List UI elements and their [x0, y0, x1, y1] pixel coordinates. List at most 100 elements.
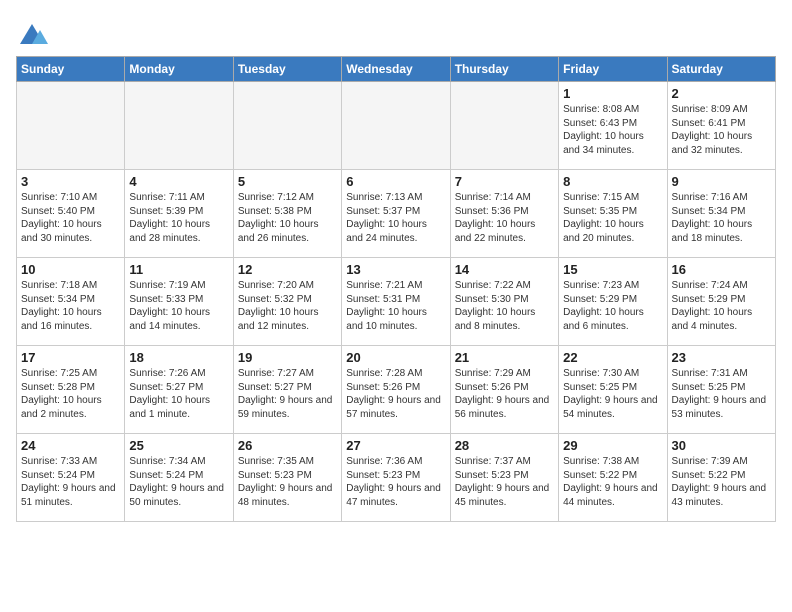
calendar-cell: 10Sunrise: 7:18 AM Sunset: 5:34 PM Dayli…	[17, 258, 125, 346]
day-info: Sunrise: 7:26 AM Sunset: 5:27 PM Dayligh…	[129, 367, 228, 421]
day-header-friday: Friday	[559, 57, 667, 82]
day-number: 3	[21, 174, 120, 189]
calendar-cell: 2 Sunrise: 8:09 AM Sunset: 6:41 PM Daylig…	[667, 82, 775, 170]
calendar-cell: 30 Sunrise: 7:39 AM Sunset: 5:22 PM Dayli…	[667, 434, 775, 522]
day-number: 4	[129, 174, 228, 189]
calendar-cell: 26 Sunrise: 7:35 AM Sunset: 5:23 PM Dayli…	[233, 434, 341, 522]
calendar-cell: 22 Sunrise: 7:30 AM Sunset: 5:25 PM Dayli…	[559, 346, 667, 434]
day-number: 10	[21, 262, 120, 277]
day-number: 17	[21, 350, 120, 365]
day-info: Sunrise: 7:14 AM Sunset: 5:36 PM Dayligh…	[455, 191, 554, 245]
day-number: 8	[563, 174, 662, 189]
week-row-2: 3Sunrise: 7:10 AM Sunset: 5:40 PM Daylig…	[17, 170, 776, 258]
calendar-cell	[125, 82, 233, 170]
day-header-thursday: Thursday	[450, 57, 558, 82]
day-number: 26	[238, 438, 337, 453]
day-info: Sunrise: 7:15 AM Sunset: 5:35 PM Dayligh…	[563, 191, 662, 245]
day-number: 24	[21, 438, 120, 453]
calendar-cell: 12 Sunrise: 7:20 AM Sunset: 5:32 PM Dayli…	[233, 258, 341, 346]
day-info: Sunrise: 7:12 AM Sunset: 5:38 PM Dayligh…	[238, 191, 337, 245]
calendar-cell: 7 Sunrise: 7:14 AM Sunset: 5:36 PM Daylig…	[450, 170, 558, 258]
day-number: 18	[129, 350, 228, 365]
day-info: Sunrise: 8:08 AM Sunset: 6:43 PM Dayligh…	[563, 103, 662, 157]
day-number: 14	[455, 262, 554, 277]
calendar-cell: 3Sunrise: 7:10 AM Sunset: 5:40 PM Daylig…	[17, 170, 125, 258]
calendar-cell: 13 Sunrise: 7:21 AM Sunset: 5:31 PM Dayli…	[342, 258, 450, 346]
calendar-cell: 29 Sunrise: 7:38 AM Sunset: 5:22 PM Dayli…	[559, 434, 667, 522]
day-number: 11	[129, 262, 228, 277]
day-number: 22	[563, 350, 662, 365]
day-info: Sunrise: 7:16 AM Sunset: 5:34 PM Dayligh…	[672, 191, 771, 245]
calendar-table: SundayMondayTuesdayWednesdayThursdayFrid…	[16, 56, 776, 522]
week-row-1: 1 Sunrise: 8:08 AM Sunset: 6:43 PM Daylig…	[17, 82, 776, 170]
day-number: 27	[346, 438, 445, 453]
day-info: Sunrise: 7:29 AM Sunset: 5:26 PM Dayligh…	[455, 367, 554, 421]
calendar-cell: 17 Sunrise: 7:25 AM Sunset: 5:28 PM Dayli…	[17, 346, 125, 434]
day-info: Sunrise: 7:11 AM Sunset: 5:39 PM Dayligh…	[129, 191, 228, 245]
calendar-cell	[342, 82, 450, 170]
calendar-cell: 5 Sunrise: 7:12 AM Sunset: 5:38 PM Daylig…	[233, 170, 341, 258]
day-info: Sunrise: 7:35 AM Sunset: 5:23 PM Dayligh…	[238, 455, 337, 509]
day-info: Sunrise: 7:25 AM Sunset: 5:28 PM Dayligh…	[21, 367, 120, 421]
day-number: 21	[455, 350, 554, 365]
calendar-cell: 21 Sunrise: 7:29 AM Sunset: 5:26 PM Dayli…	[450, 346, 558, 434]
day-info: Sunrise: 7:28 AM Sunset: 5:26 PM Dayligh…	[346, 367, 445, 421]
day-info: Sunrise: 7:21 AM Sunset: 5:31 PM Dayligh…	[346, 279, 445, 333]
day-info: Sunrise: 7:39 AM Sunset: 5:22 PM Dayligh…	[672, 455, 771, 509]
calendar-cell: 19Sunrise: 7:27 AM Sunset: 5:27 PM Dayli…	[233, 346, 341, 434]
day-number: 1	[563, 86, 662, 101]
day-info: Sunrise: 7:36 AM Sunset: 5:23 PM Dayligh…	[346, 455, 445, 509]
calendar-cell: 28 Sunrise: 7:37 AM Sunset: 5:23 PM Dayli…	[450, 434, 558, 522]
day-number: 20	[346, 350, 445, 365]
day-info: Sunrise: 7:24 AM Sunset: 5:29 PM Dayligh…	[672, 279, 771, 333]
day-number: 5	[238, 174, 337, 189]
day-info: Sunrise: 7:38 AM Sunset: 5:22 PM Dayligh…	[563, 455, 662, 509]
day-info: Sunrise: 7:31 AM Sunset: 5:25 PM Dayligh…	[672, 367, 771, 421]
day-number: 9	[672, 174, 771, 189]
calendar-cell: 8 Sunrise: 7:15 AM Sunset: 5:35 PM Daylig…	[559, 170, 667, 258]
day-info: Sunrise: 8:09 AM Sunset: 6:41 PM Dayligh…	[672, 103, 771, 157]
calendar-cell: 11 Sunrise: 7:19 AM Sunset: 5:33 PM Dayli…	[125, 258, 233, 346]
calendar-cell: 16 Sunrise: 7:24 AM Sunset: 5:29 PM Dayli…	[667, 258, 775, 346]
calendar-cell: 1 Sunrise: 8:08 AM Sunset: 6:43 PM Daylig…	[559, 82, 667, 170]
day-header-sunday: Sunday	[17, 57, 125, 82]
calendar-cell: 25 Sunrise: 7:34 AM Sunset: 5:24 PM Dayli…	[125, 434, 233, 522]
day-info: Sunrise: 7:34 AM Sunset: 5:24 PM Dayligh…	[129, 455, 228, 509]
calendar-cell	[17, 82, 125, 170]
calendar-cell: 9 Sunrise: 7:16 AM Sunset: 5:34 PM Daylig…	[667, 170, 775, 258]
day-number: 23	[672, 350, 771, 365]
day-header-wednesday: Wednesday	[342, 57, 450, 82]
calendar-cell: 24 Sunrise: 7:33 AM Sunset: 5:24 PM Dayli…	[17, 434, 125, 522]
calendar-cell: 6Sunrise: 7:13 AM Sunset: 5:37 PM Daylig…	[342, 170, 450, 258]
calendar-cell: 23 Sunrise: 7:31 AM Sunset: 5:25 PM Dayli…	[667, 346, 775, 434]
day-header-tuesday: Tuesday	[233, 57, 341, 82]
week-row-4: 17 Sunrise: 7:25 AM Sunset: 5:28 PM Dayli…	[17, 346, 776, 434]
day-info: Sunrise: 7:20 AM Sunset: 5:32 PM Dayligh…	[238, 279, 337, 333]
day-header-saturday: Saturday	[667, 57, 775, 82]
day-number: 15	[563, 262, 662, 277]
day-number: 2	[672, 86, 771, 101]
week-row-5: 24 Sunrise: 7:33 AM Sunset: 5:24 PM Dayli…	[17, 434, 776, 522]
day-number: 13	[346, 262, 445, 277]
calendar-cell: 18 Sunrise: 7:26 AM Sunset: 5:27 PM Dayli…	[125, 346, 233, 434]
page-header	[16, 16, 776, 48]
day-number: 29	[563, 438, 662, 453]
day-number: 16	[672, 262, 771, 277]
day-info: Sunrise: 7:27 AM Sunset: 5:27 PM Dayligh…	[238, 367, 337, 421]
day-info: Sunrise: 7:19 AM Sunset: 5:33 PM Dayligh…	[129, 279, 228, 333]
calendar-cell: 4 Sunrise: 7:11 AM Sunset: 5:39 PM Daylig…	[125, 170, 233, 258]
day-info: Sunrise: 7:33 AM Sunset: 5:24 PM Dayligh…	[21, 455, 120, 509]
calendar-cell: 14Sunrise: 7:22 AM Sunset: 5:30 PM Dayli…	[450, 258, 558, 346]
day-number: 30	[672, 438, 771, 453]
logo-icon	[16, 20, 48, 48]
day-number: 6	[346, 174, 445, 189]
day-number: 12	[238, 262, 337, 277]
calendar-cell	[233, 82, 341, 170]
calendar-cell: 20 Sunrise: 7:28 AM Sunset: 5:26 PM Dayli…	[342, 346, 450, 434]
day-info: Sunrise: 7:23 AM Sunset: 5:29 PM Dayligh…	[563, 279, 662, 333]
day-info: Sunrise: 7:37 AM Sunset: 5:23 PM Dayligh…	[455, 455, 554, 509]
day-number: 25	[129, 438, 228, 453]
day-number: 28	[455, 438, 554, 453]
day-number: 7	[455, 174, 554, 189]
day-info: Sunrise: 7:30 AM Sunset: 5:25 PM Dayligh…	[563, 367, 662, 421]
